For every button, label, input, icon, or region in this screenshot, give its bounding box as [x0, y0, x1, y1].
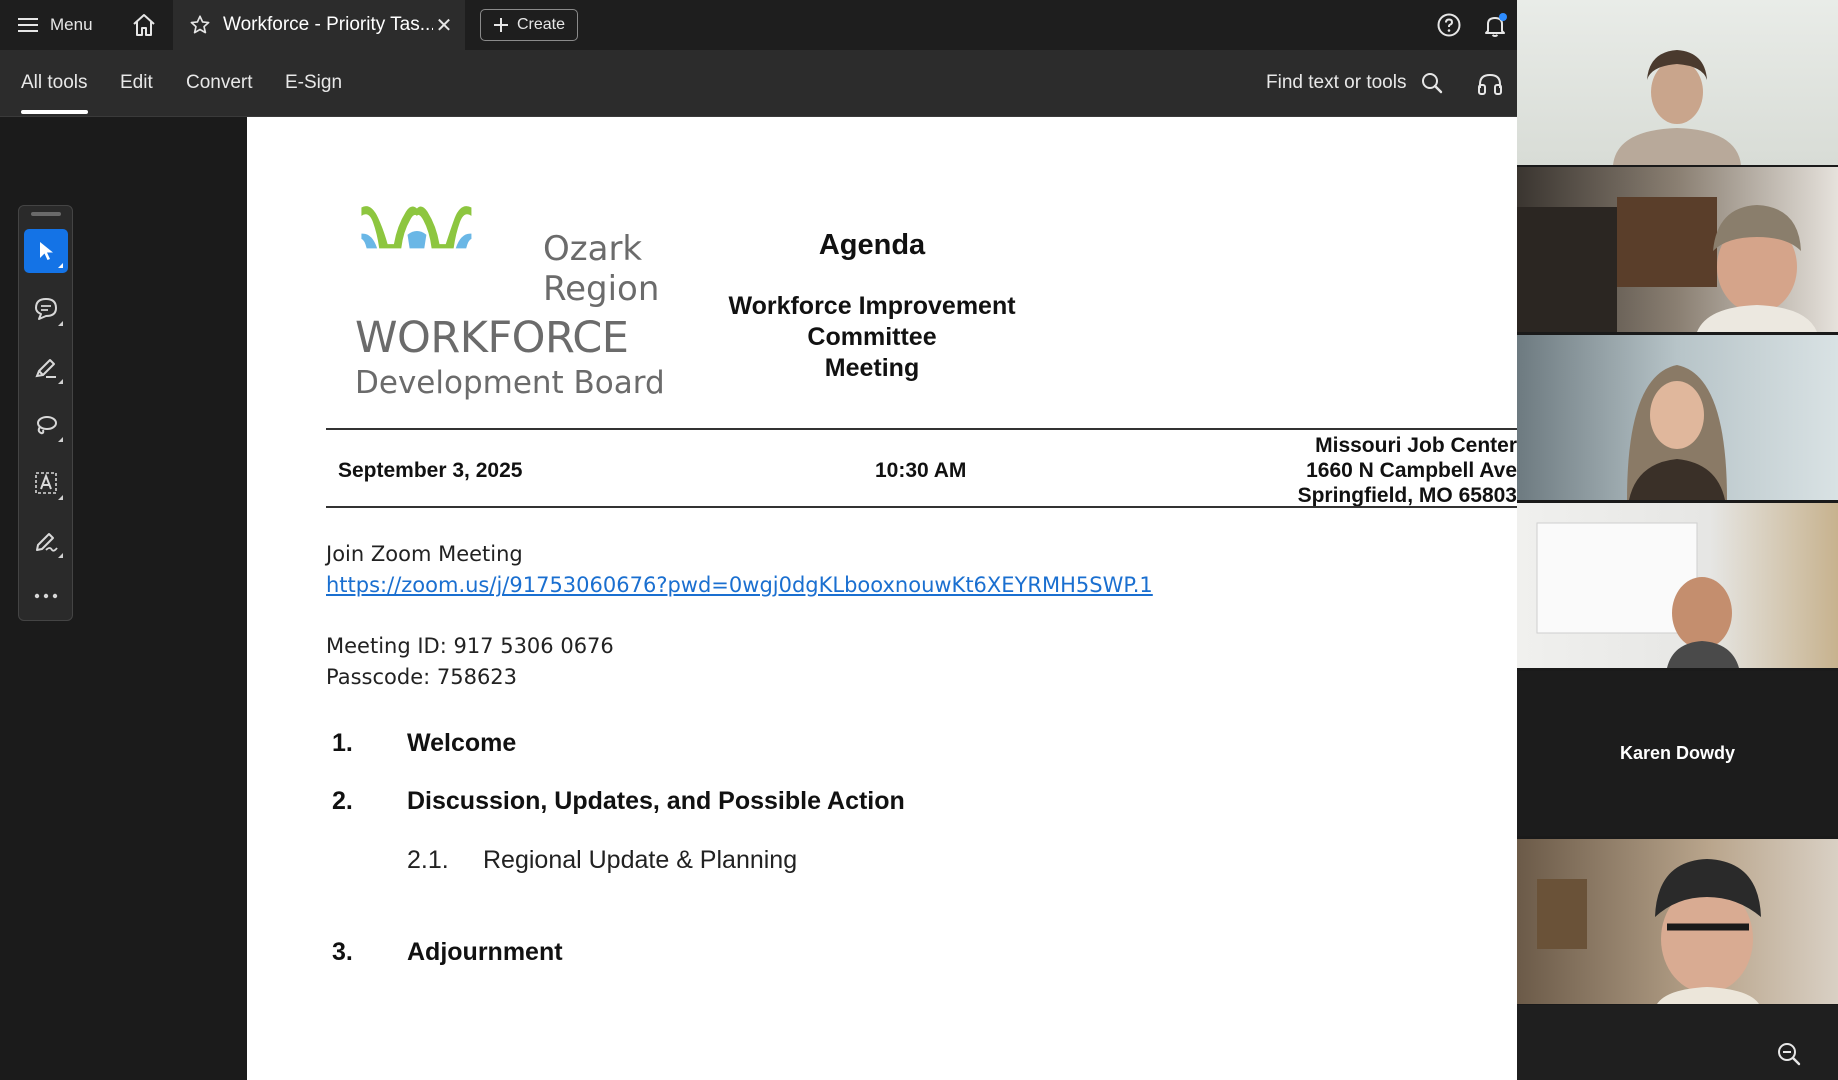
rail-drag-handle[interactable] [31, 212, 61, 216]
pointer-icon [40, 242, 53, 260]
participant-video-tile[interactable] [1517, 503, 1838, 668]
divider-bottom [326, 506, 1517, 508]
participant-video-frame [1613, 50, 1741, 165]
tab-edit[interactable]: Edit [120, 50, 153, 116]
committee-title: Workforce Improvement Committee Meeting [687, 291, 1057, 384]
participant-video-tile[interactable] [1517, 839, 1838, 1004]
highlighter-icon [35, 359, 56, 378]
participant-name-tile[interactable]: Karen Dowdy [1517, 671, 1838, 836]
text-box-icon [35, 472, 57, 494]
select-tool[interactable] [24, 229, 68, 273]
participant-video-tile[interactable] [1517, 167, 1838, 332]
plus-icon [493, 18, 508, 32]
address-line-3: Springfield, MO 65803 [1297, 484, 1517, 507]
create-button[interactable]: Create [480, 9, 578, 41]
participant-video-tile[interactable] [1517, 335, 1838, 500]
participant-video-frame [1536, 522, 1739, 668]
help-icon [1437, 13, 1461, 37]
participant-video-frame [1627, 365, 1727, 500]
agenda-item-discussion: Discussion, Updates, and Possible Action [407, 787, 905, 815]
tab-all-tools[interactable]: All tools [21, 50, 88, 116]
close-tab-icon[interactable]: ✕ [433, 14, 455, 37]
meeting-time: 10:30 AM [875, 459, 967, 482]
committee-line-2: Meeting [824, 354, 920, 382]
headset-icon [1478, 73, 1502, 95]
logo-line-ozark: Ozark [543, 229, 643, 269]
participant-video-frame [1517, 197, 1817, 332]
help-button[interactable] [1436, 12, 1462, 38]
find-text-or-tools[interactable]: Find text or tools [1266, 50, 1444, 116]
comment-icon [35, 298, 57, 320]
quick-tools-rail [18, 205, 73, 621]
hamburger-icon [18, 18, 38, 32]
agenda-item-number: 3. [332, 938, 353, 966]
home-icon [133, 14, 155, 36]
star-icon[interactable] [189, 14, 211, 36]
draw-tool[interactable] [24, 403, 68, 447]
participants-panel: Karen Dowdy [1517, 0, 1838, 1080]
address-line-1: Missouri Job Center [1315, 434, 1517, 457]
meeting-id: Meeting ID: 917 5306 0676 [326, 634, 614, 658]
more-tools-button[interactable] [24, 574, 68, 618]
tab-e-sign[interactable]: E-Sign [285, 50, 342, 116]
menu-label: Menu [50, 15, 93, 34]
zoom-out-button[interactable] [1775, 1040, 1805, 1070]
lasso-icon [37, 416, 57, 435]
participant-video-tile[interactable] [1517, 0, 1838, 165]
menu-button[interactable]: Menu [18, 10, 93, 40]
zoom-out-icon [1778, 1043, 1801, 1066]
zoom-link[interactable]: https://zoom.us/j/91753060676?pwd=0wgj0d… [326, 573, 1153, 597]
committee-line-1: Workforce Improvement Committee [728, 292, 1016, 351]
agenda-item-adjournment: Adjournment [407, 938, 563, 966]
highlight-tool[interactable] [24, 345, 68, 389]
logo-development-board: Development Board [355, 365, 665, 401]
search-icon [1422, 73, 1443, 94]
meeting-date: September 3, 2025 [338, 459, 523, 482]
document-tab[interactable]: Workforce - Priority Tas... ✕ [173, 0, 465, 50]
agenda-subitem-regional-update: Regional Update & Planning [483, 846, 798, 874]
comment-tool[interactable] [24, 287, 68, 331]
document-page: Ozark Region WORKFORCE Development Board… [247, 117, 1517, 1080]
text-box-tool[interactable] [24, 461, 68, 505]
join-zoom-text: Join Zoom Meeting [326, 542, 523, 566]
home-button[interactable] [128, 10, 160, 40]
tools-menu-bar: All tools Edit Convert E-Sign Find text … [0, 50, 1517, 117]
divider-top [326, 428, 1517, 430]
sign-tool[interactable] [24, 519, 68, 563]
more-icon [34, 593, 58, 599]
bell-icon [1485, 13, 1507, 37]
logo-workforce: WORKFORCE [355, 313, 629, 363]
participant-name: Karen Dowdy [1619, 743, 1736, 763]
headset-button[interactable] [1476, 70, 1504, 98]
notifications-button[interactable] [1482, 12, 1508, 38]
agenda-item-number: 2. [332, 787, 353, 815]
create-label: Create [516, 16, 566, 33]
pdf-viewer-app: Menu Workforce - Priority Tas... ✕ Creat… [0, 0, 1517, 1080]
document-tab-title: Workforce - Priority Tas... [223, 14, 433, 35]
logo-line-region: Region [543, 269, 660, 309]
tab-convert[interactable]: Convert [186, 50, 253, 116]
workforce-board-logo [361, 206, 472, 249]
address-line-2: 1660 N Campbell Ave [1306, 459, 1517, 482]
passcode: Passcode: 758623 [326, 665, 518, 689]
participant-video-frame [1537, 859, 1761, 1004]
find-label: Find text or tools [1266, 72, 1407, 93]
agenda-item-number: 1. [332, 729, 353, 757]
agenda-subitem-number: 2.1. [407, 846, 449, 874]
agenda-item-welcome: Welcome [407, 729, 517, 757]
meeting-address: Missouri Job Center 1660 N Campbell Ave … [1298, 433, 1517, 508]
top-bar: Menu Workforce - Priority Tas... ✕ Creat… [0, 0, 1517, 50]
agenda-title: Agenda [818, 229, 926, 261]
fill-sign-icon [36, 533, 58, 552]
